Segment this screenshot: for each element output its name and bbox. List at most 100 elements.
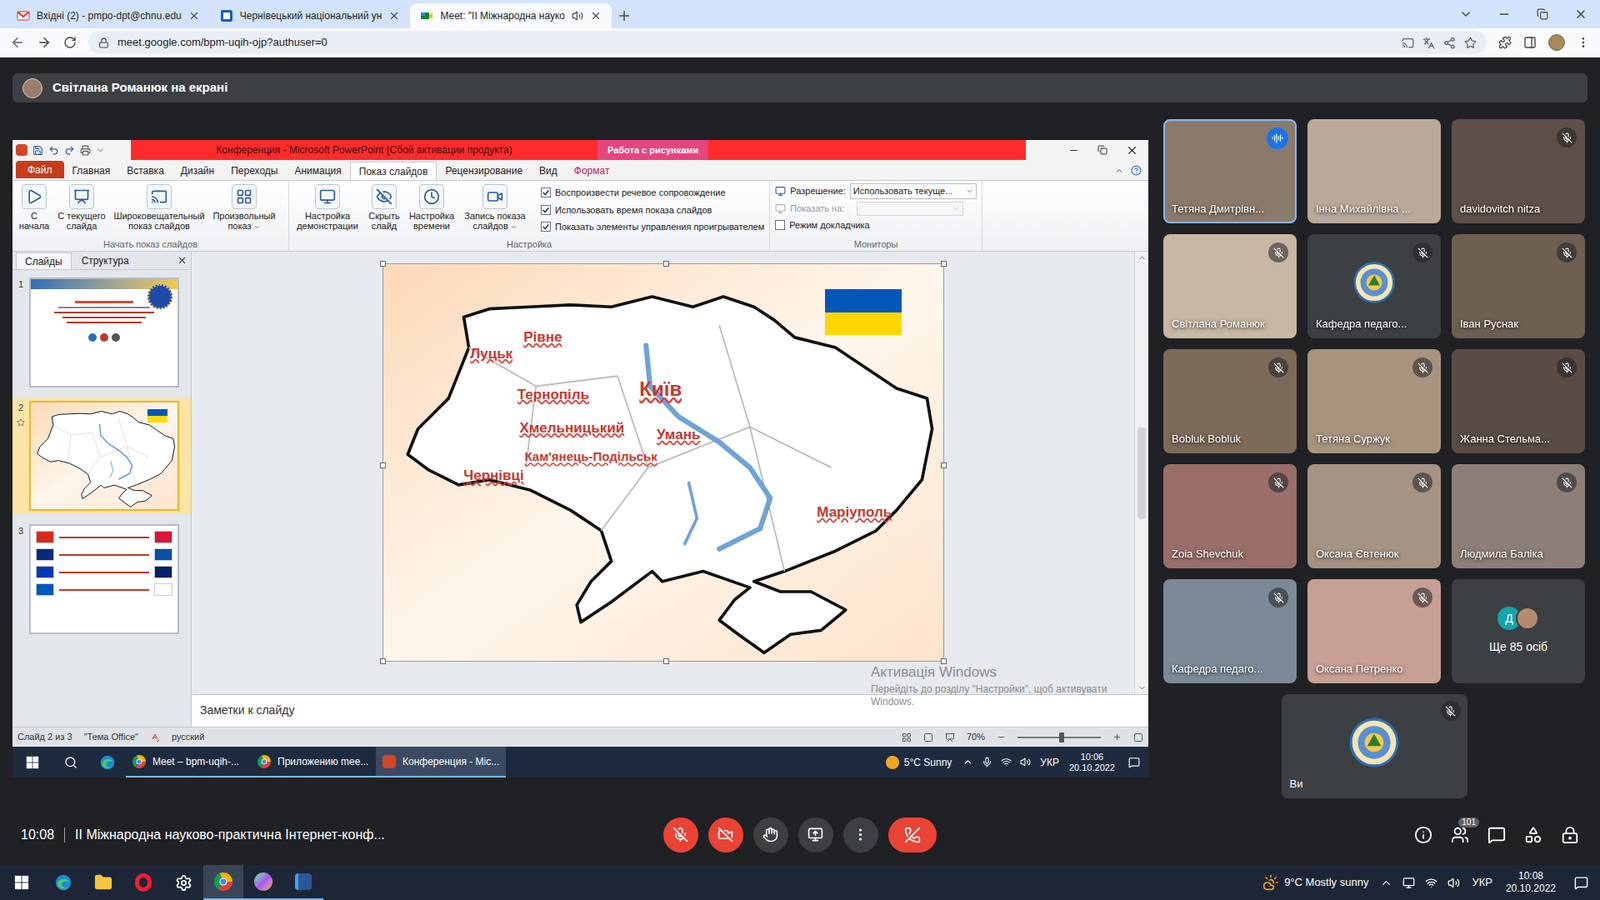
taskbar-pin[interactable] bbox=[283, 865, 324, 900]
weather-widget[interactable]: 5°C Sunny bbox=[879, 755, 960, 770]
share-icon[interactable] bbox=[1443, 36, 1456, 50]
participant-tile[interactable]: Іван Руснак bbox=[1451, 234, 1585, 339]
zoom-percent[interactable]: 70% bbox=[966, 730, 985, 745]
ribbon-tab[interactable]: Файл bbox=[15, 160, 65, 179]
mic-tray-icon[interactable] bbox=[981, 756, 993, 768]
zoom-slider[interactable] bbox=[1017, 736, 1101, 739]
extensions-icon[interactable] bbox=[1498, 35, 1512, 50]
side-panel-icon[interactable] bbox=[1523, 35, 1537, 50]
close-tab-icon[interactable] bbox=[388, 10, 400, 22]
network-icon[interactable] bbox=[1425, 876, 1438, 890]
edge-icon[interactable] bbox=[99, 754, 116, 771]
taskbar-app[interactable]: Приложению mee... bbox=[250, 746, 376, 778]
back-icon[interactable] bbox=[10, 35, 25, 50]
collapse-ribbon-icon[interactable] bbox=[1114, 165, 1125, 176]
selection-handle[interactable] bbox=[663, 658, 670, 665]
slide-thumbnail[interactable] bbox=[29, 400, 180, 511]
pane-tab[interactable]: Слайды bbox=[15, 252, 72, 270]
ribbon-button[interactable]: Скрыть слайд bbox=[365, 184, 403, 231]
checkbox-row[interactable]: Воспроизвести речевое сопровождение bbox=[540, 185, 765, 200]
selection-handle[interactable] bbox=[940, 462, 947, 469]
close-tab-icon[interactable] bbox=[590, 10, 602, 22]
edge-button[interactable] bbox=[89, 746, 126, 778]
taskbar-pin[interactable] bbox=[163, 865, 204, 900]
checkbox-row[interactable]: Использовать время показа слайдов bbox=[540, 203, 765, 218]
ribbon-button[interactable]: С начала bbox=[17, 184, 51, 231]
notifications-icon[interactable] bbox=[1128, 756, 1140, 769]
ribbon-tab[interactable]: Дизайн bbox=[172, 161, 223, 180]
redo-icon[interactable] bbox=[64, 145, 75, 156]
start-button[interactable] bbox=[0, 865, 44, 900]
language[interactable]: русский bbox=[171, 730, 205, 745]
participant-tile[interactable]: Жанна Стельма... bbox=[1451, 349, 1585, 454]
print-icon[interactable] bbox=[80, 145, 91, 156]
ribbon-button[interactable]: Запись показа слайдов bbox=[460, 184, 530, 231]
translate-icon[interactable] bbox=[1422, 36, 1435, 50]
close-pane-icon[interactable] bbox=[176, 255, 188, 266]
tab-search-button[interactable] bbox=[1446, 7, 1485, 21]
self-tile[interactable]: Ви bbox=[1281, 694, 1468, 799]
chat-icon[interactable] bbox=[1487, 825, 1506, 845]
participant-tile[interactable]: Оксана Петренко bbox=[1307, 579, 1441, 684]
zoom-in-icon[interactable] bbox=[1112, 732, 1122, 742]
taskbar-pin[interactable] bbox=[203, 865, 244, 900]
slide-thumbnail[interactable] bbox=[29, 524, 180, 635]
mic-button[interactable] bbox=[663, 817, 699, 853]
scroll-down-icon[interactable] bbox=[1137, 683, 1147, 693]
ribbon-button[interactable]: Широковещательный показ слайдов bbox=[112, 184, 206, 231]
host-controls-icon[interactable] bbox=[1560, 825, 1580, 845]
profile-avatar[interactable] bbox=[1548, 34, 1565, 51]
ribbon-tab[interactable]: Формат bbox=[565, 161, 619, 180]
customize-icon[interactable] bbox=[95, 145, 105, 155]
input-language[interactable]: УКР bbox=[1471, 874, 1493, 891]
taskbar-app[interactable]: Meet – bpm-uqih-... bbox=[125, 746, 251, 778]
more-options-button[interactable] bbox=[843, 817, 879, 853]
participant-tile[interactable]: Zoia Shevchuk bbox=[1163, 464, 1297, 569]
selection-handle[interactable] bbox=[940, 658, 947, 665]
close-button[interactable] bbox=[1561, 7, 1600, 21]
activities-icon[interactable] bbox=[1524, 825, 1543, 845]
normal-view-icon[interactable] bbox=[901, 732, 912, 743]
ribbon-tab[interactable]: Анимация bbox=[285, 161, 350, 180]
audio-playing-icon[interactable] bbox=[571, 10, 584, 22]
checkbox[interactable] bbox=[540, 205, 551, 215]
undo-icon[interactable] bbox=[48, 145, 60, 156]
browser-tab[interactable]: Meet: "ІІ Міжнародна науко bbox=[410, 3, 612, 29]
network-icon[interactable] bbox=[1000, 756, 1012, 768]
presenter-view-row[interactable]: Режим докладчика bbox=[775, 218, 977, 233]
ribbon-tab[interactable]: Рецензирование bbox=[436, 161, 531, 180]
cast-icon[interactable] bbox=[1401, 36, 1415, 50]
ribbon-button[interactable]: С текущего слайда bbox=[55, 184, 108, 231]
pane-tab[interactable]: Структура bbox=[73, 252, 138, 270]
volume-icon[interactable] bbox=[1020, 756, 1031, 768]
scroll-up-icon[interactable] bbox=[1137, 253, 1147, 263]
leave-call-button[interactable] bbox=[888, 817, 937, 853]
ribbon-button[interactable]: Произвольный показ bbox=[210, 184, 278, 231]
participant-tile[interactable]: Тетяна Суржук bbox=[1307, 349, 1441, 454]
notes-pane[interactable]: Заметки к слайду bbox=[191, 694, 1149, 727]
vertical-scrollbar[interactable] bbox=[1134, 251, 1149, 695]
minimize-icon[interactable] bbox=[1068, 145, 1080, 156]
slide[interactable]: ЛуцькРівнеТернопільКиївХмельницькийУмань… bbox=[382, 263, 945, 662]
sorter-view-icon[interactable] bbox=[923, 732, 934, 743]
taskbar-pin[interactable] bbox=[123, 865, 164, 900]
new-tab-button[interactable] bbox=[611, 3, 637, 29]
start-button[interactable] bbox=[12, 746, 53, 778]
notifications-icon[interactable] bbox=[1574, 875, 1589, 890]
edge-icon[interactable] bbox=[54, 873, 73, 892]
participant-tile[interactable]: Bobluk Bobluk bbox=[1163, 349, 1297, 454]
raise-hand-button[interactable] bbox=[753, 817, 789, 853]
ribbon-tab[interactable]: Вид bbox=[530, 161, 566, 180]
resolution-select[interactable]: Использовать текуще... bbox=[850, 183, 977, 200]
zoom-thumb[interactable] bbox=[1059, 732, 1065, 743]
ribbon-tab[interactable]: Главная bbox=[64, 161, 120, 180]
taskbar-pin[interactable] bbox=[83, 865, 124, 900]
tray-overflow-icon[interactable] bbox=[962, 756, 974, 768]
save-icon[interactable] bbox=[32, 145, 44, 156]
slide-item[interactable]: 3 bbox=[12, 521, 191, 637]
close-tab-icon[interactable] bbox=[188, 10, 200, 22]
participant-tile[interactable]: ДЩе 85 осіб bbox=[1451, 579, 1585, 684]
ribbon-tab[interactable]: Переходы bbox=[222, 161, 286, 180]
people-button[interactable]: 101 bbox=[1450, 825, 1470, 845]
checkbox-row[interactable]: Показать элементы управления проигрывате… bbox=[540, 220, 765, 235]
